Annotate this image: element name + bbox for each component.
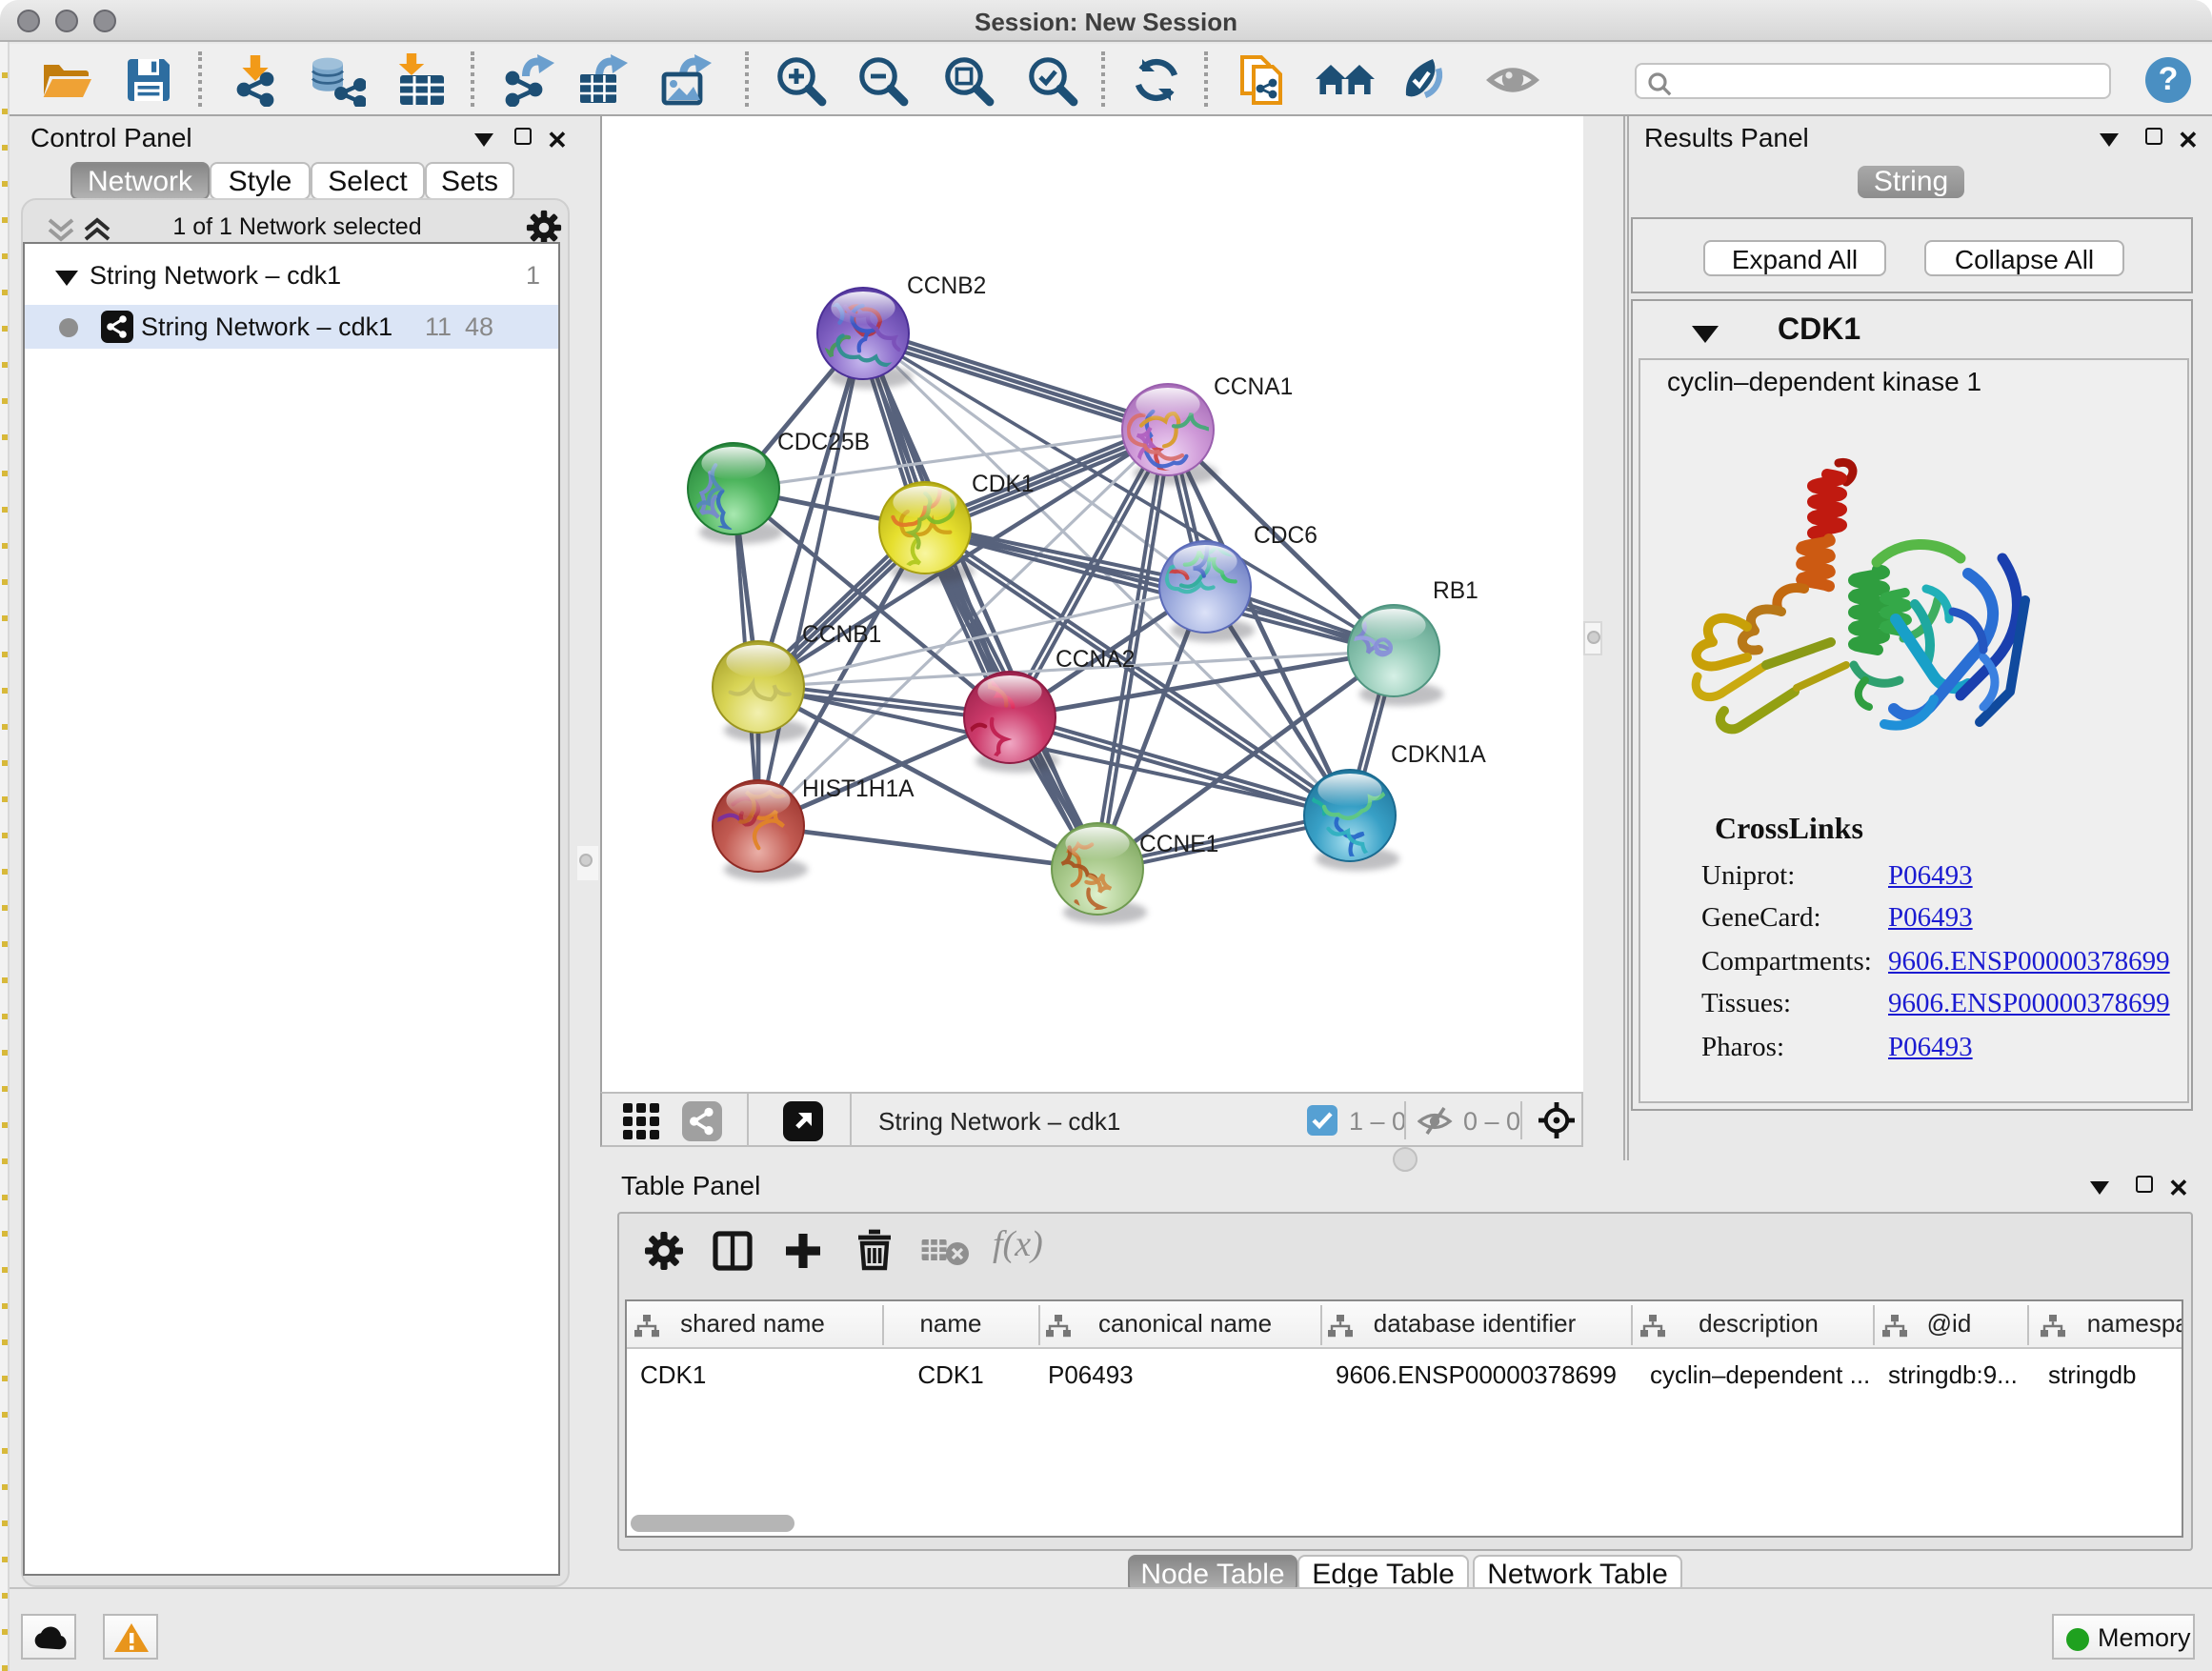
svg-text:CDC6: CDC6 <box>1254 523 1317 549</box>
svg-text:CCNA2: CCNA2 <box>1056 647 1135 673</box>
svg-text:CCNB2: CCNB2 <box>907 273 986 299</box>
svg-text:RB1: RB1 <box>1433 578 1478 604</box>
svg-text:CCNA1: CCNA1 <box>1214 374 1293 400</box>
svg-text:CDK1: CDK1 <box>972 472 1035 497</box>
svg-text:CDC25B: CDC25B <box>777 430 870 455</box>
svg-text:CCNE1: CCNE1 <box>1139 832 1218 857</box>
svg-text:CDKN1A: CDKN1A <box>1391 742 1486 768</box>
svg-text:CCNB1: CCNB1 <box>802 622 881 648</box>
svg-text:HIST1H1A: HIST1H1A <box>802 776 915 802</box>
